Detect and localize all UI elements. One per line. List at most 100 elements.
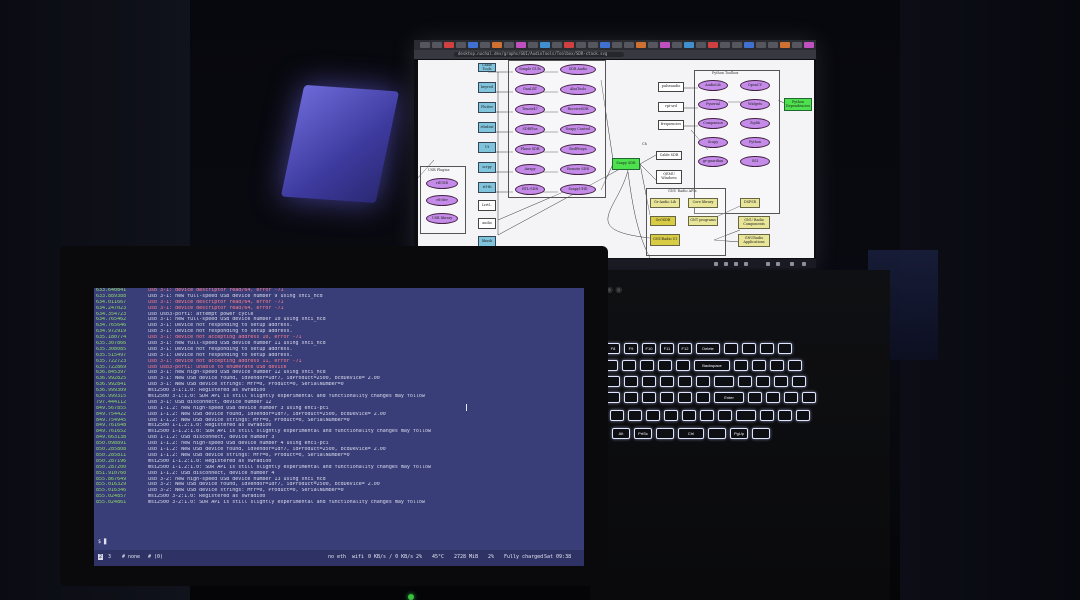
key[interactable]	[682, 410, 696, 421]
key[interactable]	[658, 360, 672, 371]
backspace-key[interactable]: Backspace	[694, 360, 730, 371]
browser-tab[interactable]	[792, 42, 802, 48]
browser-tab[interactable]	[648, 42, 658, 48]
tray-icon[interactable]	[724, 262, 728, 266]
key[interactable]	[660, 392, 674, 403]
browser-tab[interactable]	[564, 42, 574, 48]
key[interactable]	[696, 392, 710, 403]
workspace-2[interactable]: 2	[98, 554, 104, 560]
key[interactable]: F8	[606, 343, 620, 354]
browser-tab[interactable]	[732, 42, 742, 48]
key[interactable]	[756, 376, 770, 387]
browser-tab[interactable]	[516, 42, 526, 48]
browser-tab[interactable]	[624, 42, 634, 48]
key[interactable]	[646, 410, 660, 421]
key[interactable]	[724, 343, 738, 354]
key[interactable]	[696, 376, 710, 387]
tray-icon[interactable]	[766, 262, 770, 266]
key[interactable]	[664, 410, 678, 421]
browser-tab[interactable]	[780, 42, 790, 48]
key[interactable]	[796, 410, 810, 421]
key[interactable]	[736, 410, 756, 421]
tray-icon[interactable]	[776, 262, 780, 266]
key[interactable]	[640, 360, 654, 371]
browser-tab[interactable]	[660, 42, 670, 48]
key[interactable]	[766, 392, 780, 403]
key[interactable]	[760, 410, 774, 421]
browser-tab[interactable]	[540, 42, 550, 48]
key[interactable]	[738, 376, 752, 387]
key[interactable]	[628, 410, 642, 421]
tray-icon[interactable]	[714, 262, 718, 266]
key[interactable]	[752, 360, 766, 371]
key[interactable]	[718, 410, 732, 421]
key[interactable]	[660, 376, 674, 387]
workspace-3[interactable]: 3	[108, 554, 111, 560]
key[interactable]	[734, 360, 748, 371]
shell-prompt[interactable]: $ ▊	[98, 539, 107, 545]
key[interactable]	[792, 376, 806, 387]
key[interactable]	[752, 428, 770, 439]
key[interactable]	[678, 376, 692, 387]
enter-key[interactable]: Enter	[714, 392, 744, 403]
browser-tab[interactable]	[708, 42, 718, 48]
key[interactable]	[714, 376, 734, 387]
key[interactable]: Delete	[696, 343, 720, 354]
key[interactable]	[802, 392, 816, 403]
browser-tab[interactable]	[504, 42, 514, 48]
key[interactable]	[642, 376, 656, 387]
browser-tab[interactable]	[432, 42, 442, 48]
key[interactable]	[624, 376, 638, 387]
browser-tab[interactable]	[456, 42, 466, 48]
key[interactable]	[700, 410, 714, 421]
browser-tab[interactable]	[552, 42, 562, 48]
browser-tab[interactable]	[612, 42, 622, 48]
key[interactable]	[708, 428, 726, 439]
browser-tab[interactable]	[576, 42, 586, 48]
key[interactable]	[642, 392, 656, 403]
browser-tab[interactable]	[720, 42, 730, 48]
tray-icon[interactable]	[744, 262, 748, 266]
browser-tab[interactable]	[480, 42, 490, 48]
key[interactable]	[656, 428, 674, 439]
ctrl-key[interactable]: Ctrl	[678, 428, 704, 439]
key[interactable]	[676, 360, 690, 371]
key[interactable]	[788, 360, 802, 371]
browser-tab[interactable]	[492, 42, 502, 48]
browser-tab[interactable]	[468, 42, 478, 48]
key[interactable]: F12	[678, 343, 692, 354]
tray-icon[interactable]	[790, 262, 794, 266]
browser-tab[interactable]	[444, 42, 454, 48]
browser-tab[interactable]	[420, 42, 430, 48]
browser-tab[interactable]	[528, 42, 538, 48]
prtsc-key[interactable]: PrtSc	[634, 428, 652, 439]
key[interactable]	[678, 392, 692, 403]
browser-tab[interactable]	[756, 42, 766, 48]
key[interactable]	[784, 392, 798, 403]
browser-tab[interactable]	[696, 42, 706, 48]
browser-tab[interactable]	[636, 42, 646, 48]
key[interactable]: F10	[642, 343, 656, 354]
pgup-key[interactable]: PgUp	[730, 428, 748, 439]
key[interactable]	[622, 360, 636, 371]
key[interactable]	[778, 410, 792, 421]
key[interactable]	[606, 392, 620, 403]
key[interactable]: F9	[624, 343, 638, 354]
key[interactable]	[606, 376, 620, 387]
key[interactable]	[748, 392, 762, 403]
key[interactable]	[742, 343, 756, 354]
browser-tab[interactable]	[672, 42, 682, 48]
browser-tab[interactable]	[588, 42, 598, 48]
tray-icon[interactable]	[734, 262, 738, 266]
key[interactable]	[610, 410, 624, 421]
key[interactable]	[760, 343, 774, 354]
browser-tab[interactable]	[744, 42, 754, 48]
browser-tab[interactable]	[768, 42, 778, 48]
alt-key[interactable]: Alt	[612, 428, 630, 439]
key[interactable]	[770, 360, 784, 371]
tray-icon[interactable]	[802, 262, 806, 266]
browser-tab[interactable]	[600, 42, 610, 48]
key[interactable]	[778, 343, 792, 354]
browser-tab[interactable]	[804, 42, 814, 48]
key[interactable]: F11	[660, 343, 674, 354]
